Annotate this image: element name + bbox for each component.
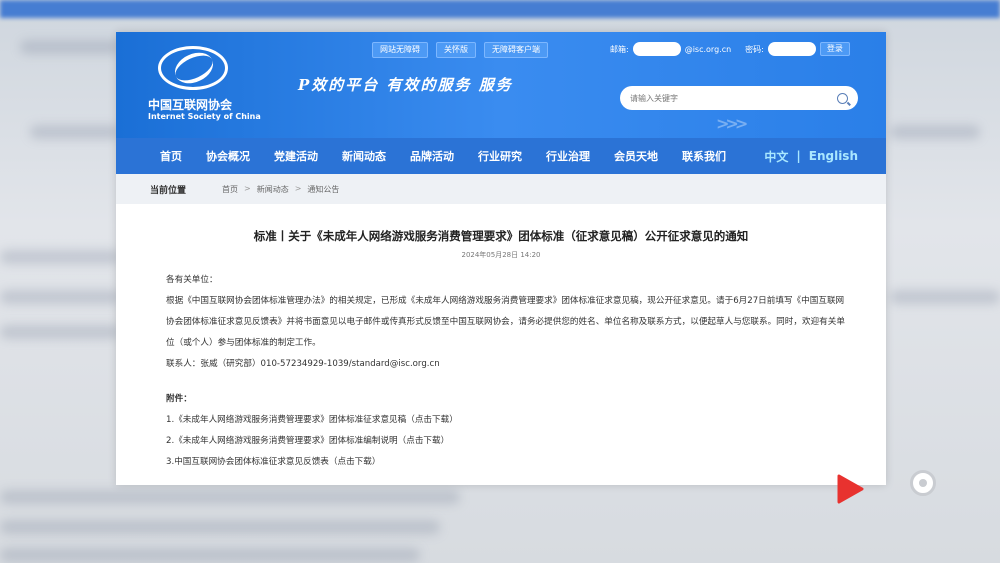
email-domain: @isc.org.cn bbox=[684, 44, 732, 54]
blur-row bbox=[0, 290, 120, 304]
article: 标准丨关于《未成年人网络游戏服务消费管理要求》团体标准（征求意见稿）公开征求意见… bbox=[116, 204, 886, 473]
blur-row bbox=[30, 125, 120, 139]
login-button[interactable]: 登录 bbox=[819, 42, 850, 56]
article-title: 标准丨关于《未成年人网络游戏服务消费管理要求》团体标准（征求意见稿）公开征求意见… bbox=[253, 229, 749, 243]
email-label: 邮箱: bbox=[610, 44, 629, 54]
blurred-top-bar bbox=[0, 0, 1000, 18]
blur-row bbox=[0, 490, 460, 504]
article-body: 各有关单位： 根据《中国互联网协会团体标准管理办法》的相关规定，已形成《未成年人… bbox=[150, 270, 852, 375]
lang-chinese[interactable]: 中文 bbox=[764, 148, 788, 165]
breadcrumb-notices[interactable]: 通知公告 bbox=[307, 184, 339, 195]
care-version-button[interactable]: 关怀版 bbox=[436, 42, 476, 58]
nav-item-party[interactable]: 党建活动 bbox=[262, 148, 330, 164]
attachment-link[interactable]: 1.《未成年人网络游戏服务消费管理要求》团体标准征求意见稿（点击下载） bbox=[166, 410, 852, 431]
blur-row bbox=[20, 40, 120, 54]
site-slogan: P效的平台 有效的服务 服务 bbox=[298, 76, 513, 94]
accessibility-button[interactable]: 网站无障碍 bbox=[372, 42, 428, 58]
nav-item-home[interactable]: 首页 bbox=[116, 148, 194, 164]
record-icon[interactable] bbox=[910, 470, 936, 496]
article-contact: 联系人：张威（研究部）010-57234929-1039/standard@is… bbox=[166, 359, 440, 369]
attachments: 附件： 1.《未成年人网络游戏服务消费管理要求》团体标准征求意见稿（点击下载） … bbox=[166, 389, 852, 473]
nav-item-events[interactable]: 品牌活动 bbox=[398, 148, 466, 164]
search-input[interactable]: 请输入关键字 bbox=[620, 86, 858, 110]
attachment-link[interactable]: 2.《未成年人网络游戏服务消费管理要求》团体标准编制说明（点击下载） bbox=[166, 431, 852, 452]
nav-item-governance[interactable]: 行业治理 bbox=[534, 148, 602, 164]
logo-chinese-name: 中国互联网协会 bbox=[148, 98, 233, 112]
nav-item-members[interactable]: 会员天地 bbox=[602, 148, 670, 164]
site-header: 中国互联网协会 Internet Society of China P效的平台 … bbox=[116, 32, 886, 138]
blur-row bbox=[890, 290, 1000, 304]
lang-english[interactable]: English bbox=[809, 149, 858, 163]
accessibility-buttons: 网站无障碍 关怀版 无障碍客户端 bbox=[372, 42, 548, 58]
breadcrumb: 当前位置 首页 > 新闻动态 > 通知公告 bbox=[116, 174, 886, 204]
blur-row bbox=[0, 250, 120, 264]
accessibility-client-button[interactable]: 无障碍客户端 bbox=[484, 42, 548, 58]
nav-item-news[interactable]: 新闻动态 bbox=[330, 148, 398, 164]
nav-item-about[interactable]: 协会概况 bbox=[194, 148, 262, 164]
arrows-decoration-icon: >>> bbox=[716, 114, 748, 133]
breadcrumb-title: 当前位置 bbox=[150, 185, 187, 196]
breadcrumb-trail: 首页 > 新闻动态 > 通知公告 bbox=[222, 184, 339, 195]
email-field[interactable] bbox=[632, 42, 681, 56]
article-paragraph: 根据《中国互联网协会团体标准管理办法》的相关规定，已形成《未成年人网络游戏服务消… bbox=[166, 296, 845, 348]
search-placeholder: 请输入关键字 bbox=[630, 93, 678, 103]
login-form: 邮箱: @isc.org.cn 密码: 登录 bbox=[610, 42, 850, 56]
language-switch: 中文 | English bbox=[764, 148, 858, 165]
nav-item-contact[interactable]: 联系我们 bbox=[670, 148, 738, 164]
webpage-screenshot: 中国互联网协会 Internet Society of China P效的平台 … bbox=[116, 32, 886, 485]
blur-row bbox=[0, 325, 120, 339]
breadcrumb-news[interactable]: 新闻动态 bbox=[257, 184, 289, 195]
logo-english-name: Internet Society of China bbox=[148, 112, 261, 121]
password-label: 密码: bbox=[745, 44, 764, 54]
blur-row bbox=[0, 520, 440, 534]
site-logo[interactable]: 中国互联网协会 Internet Society of China bbox=[144, 46, 264, 126]
password-field[interactable] bbox=[767, 42, 816, 56]
search-icon[interactable] bbox=[837, 92, 848, 104]
attachment-link[interactable]: 3.中国互联网协会团体标准征求意见反馈表（点击下载） bbox=[166, 452, 852, 473]
blur-row bbox=[0, 548, 420, 562]
blur-row bbox=[890, 125, 980, 139]
play-icon[interactable] bbox=[836, 474, 864, 504]
lang-separator: | bbox=[796, 149, 801, 163]
main-nav: 首页 协会概况 党建活动 新闻动态 品牌活动 行业研究 行业治理 会员天地 联系… bbox=[116, 138, 886, 174]
breadcrumb-separator: > bbox=[294, 183, 302, 193]
breadcrumb-home[interactable]: 首页 bbox=[222, 184, 238, 195]
breadcrumb-separator: > bbox=[244, 183, 251, 193]
article-greeting: 各有关单位： bbox=[166, 275, 218, 285]
attachments-header: 附件： bbox=[166, 394, 192, 404]
nav-item-research[interactable]: 行业研究 bbox=[466, 148, 534, 164]
article-date: 2024年05月28日 14:20 bbox=[461, 251, 541, 259]
